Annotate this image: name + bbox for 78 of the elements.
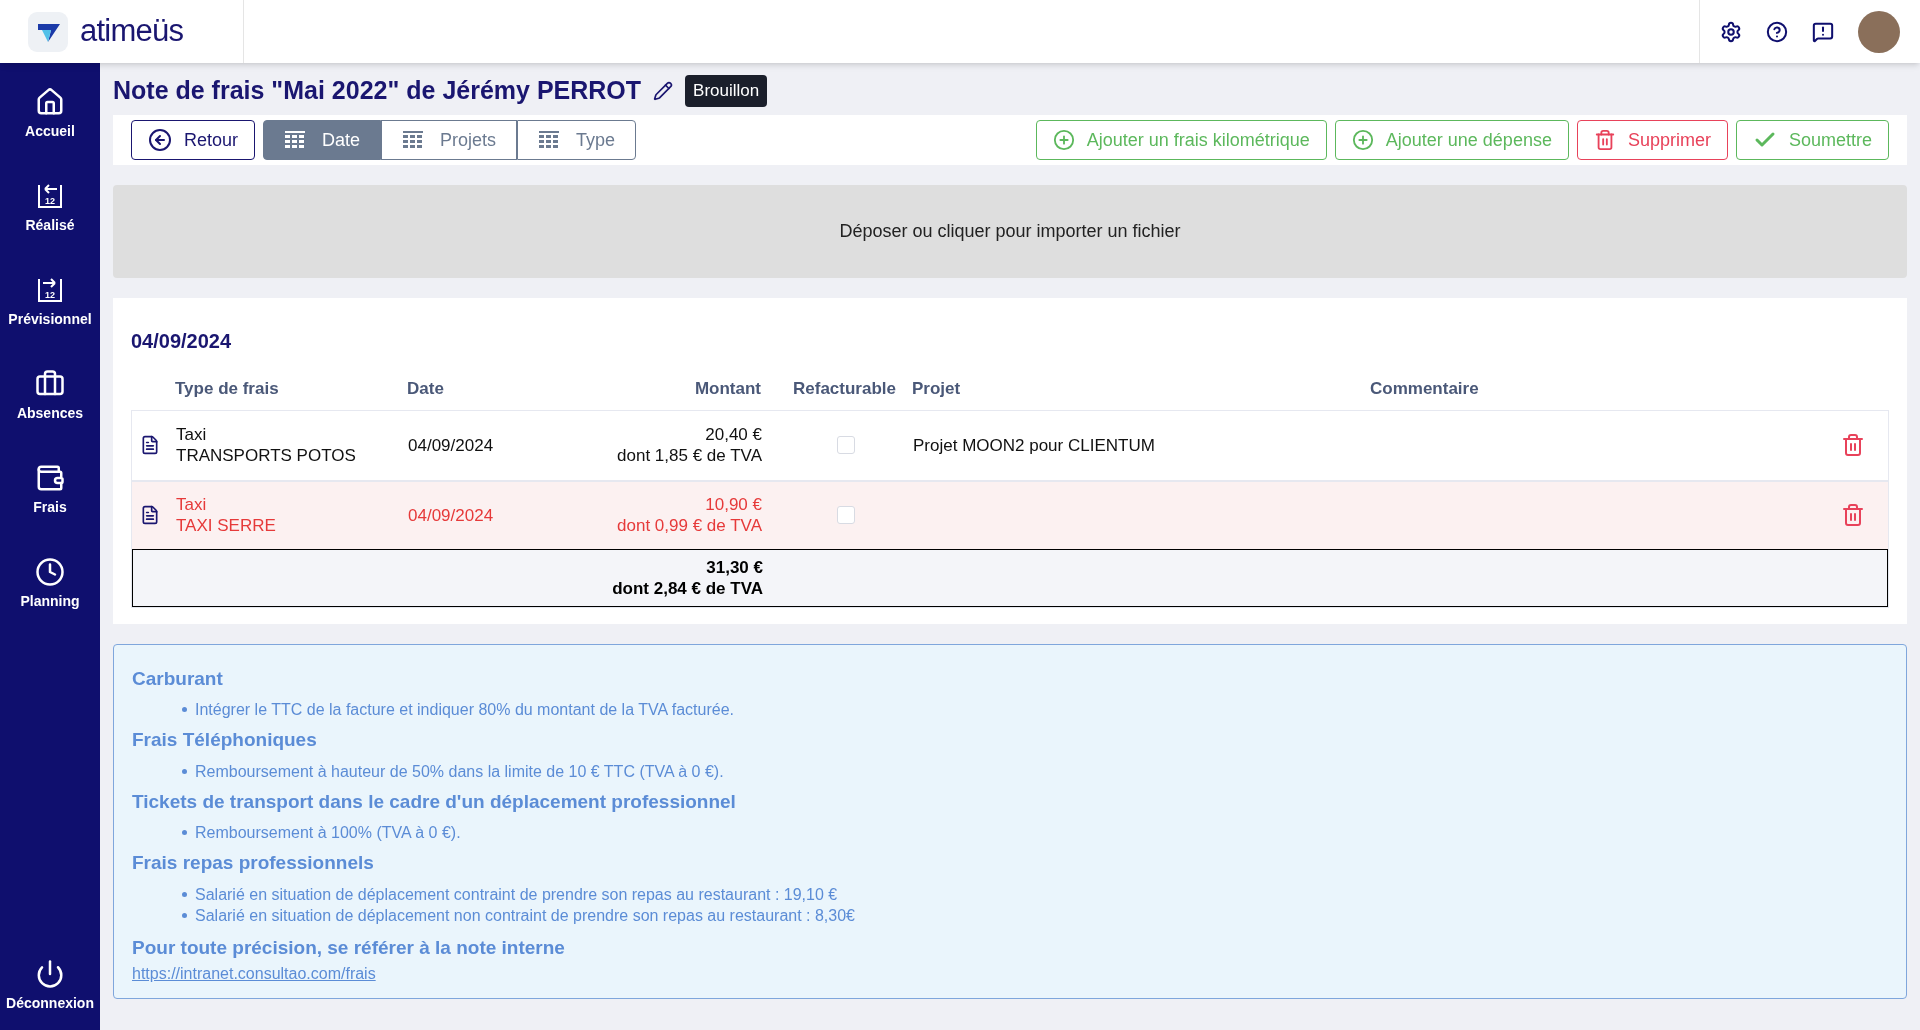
table-cell-text: TRANSPORTS POTOS <box>176 445 357 466</box>
settings-icon <box>1720 20 1742 43</box>
table-cell-text: Taxi <box>176 424 208 445</box>
file-dropzone[interactable]: Déposer ou cliquer pour importer un fichier <box>113 185 1907 278</box>
home-icon <box>35 87 65 117</box>
columns-icon <box>538 130 561 150</box>
columns-icon <box>402 130 425 150</box>
user-avatar[interactable] <box>1858 10 1900 53</box>
receipt-icon[interactable] <box>140 435 160 455</box>
sidebar-item[interactable]: Absences <box>16 369 84 463</box>
trash-icon <box>1841 433 1865 457</box>
table-cell-text: TAXI SERRE <box>176 515 277 536</box>
sidebar-item[interactable]: Accueil <box>25 87 75 181</box>
back-button[interactable]: Retour <box>131 120 256 160</box>
help-icon <box>1766 20 1788 43</box>
delete-button[interactable]: Supprimer <box>1576 120 1728 160</box>
rebillable-checkbox[interactable] <box>836 436 855 454</box>
table-cell-text: 04/09/2024 <box>408 504 495 526</box>
table-cell: 10,90 € <box>705 494 762 515</box>
table-cell: dont 0,99 € de TVA <box>617 515 762 536</box>
bullet-icon <box>182 830 187 835</box>
plus-icon <box>1351 129 1374 151</box>
receipt-icon[interactable] <box>140 505 160 525</box>
bullet-icon <box>182 912 187 918</box>
rebillable-checkbox[interactable] <box>836 506 855 524</box>
bullet-icon <box>182 707 187 712</box>
logout-button[interactable]: Déconnexion <box>6 959 94 1014</box>
total-amount: 31,30 € <box>706 556 763 578</box>
info-text: Intégrer le TTC de la facture et indiquer 80% du montant de la TVA facturée. <box>195 700 734 720</box>
columns-icon <box>284 130 307 150</box>
logo-icon <box>28 11 68 52</box>
table-cell-text: 04/09/2024 <box>408 434 495 456</box>
info-heading: Tickets de transport dans le cadre d'un déplacement professionnel <box>132 789 737 814</box>
sidebar-item[interactable]: 12 Réalisé <box>25 181 75 275</box>
group-tab[interactable]: Date <box>263 120 382 160</box>
info-heading: Carburant <box>132 666 224 691</box>
feedback-button[interactable] <box>1812 20 1834 43</box>
sidebar-item[interactable]: Planning <box>20 557 80 651</box>
plus-icon <box>1052 129 1075 151</box>
total-vat: dont 2,84 € de TVA <box>612 577 763 599</box>
info-heading: Pour toute précision, se référer à la note interne <box>132 935 566 960</box>
column-header: Montant <box>693 378 762 400</box>
table-cell-text: Taxi <box>176 494 208 515</box>
info-heading: Frais Téléphoniques <box>132 728 318 752</box>
column-header: Date <box>407 378 445 400</box>
help-button[interactable] <box>1766 20 1788 43</box>
trash-icon <box>1841 503 1865 527</box>
sidebar-item[interactable]: Frais <box>33 463 67 557</box>
group-title: 04/09/2024 <box>131 329 233 354</box>
info-text: Salarié en situation de déplacement non contraint de prendre son repas au restaurant : 8,30€ <box>195 905 855 926</box>
pencil-icon <box>653 81 674 101</box>
status-badge: Brouillon <box>685 75 768 107</box>
info-text: Salarié en situation de déplacement contraint de prendre son repas au restaurant : 19,10 € <box>195 884 838 905</box>
info-heading: Frais repas professionnels <box>132 851 375 875</box>
column-header: Type de frais <box>175 378 280 400</box>
power-icon <box>35 959 65 989</box>
wallet-icon <box>35 463 65 493</box>
edit-button[interactable] <box>653 81 674 101</box>
info-text: Remboursement à hauteur de 50% dans la limite de 10 € TTC (TVA à 0 €). <box>195 761 724 782</box>
settings-button[interactable] <box>1720 20 1742 43</box>
table-cell-text: Projet MOON2 pour CLIENTUM <box>913 434 1156 456</box>
clock-icon <box>35 557 65 587</box>
info-text: Remboursement à 100% (TVA à 0 €). <box>195 823 461 843</box>
page-title: Note de frais "Mai 2022" de Jérémy PERROT <box>113 75 642 107</box>
column-header: Commentaire <box>1370 378 1480 400</box>
table-cell: 20,40 € <box>705 424 762 445</box>
bullet-icon <box>182 768 187 774</box>
column-header: Projet <box>912 378 962 400</box>
logo-text: atimeüs <box>80 12 184 51</box>
trash-icon <box>1593 129 1616 151</box>
group-tab[interactable]: Projets <box>381 120 518 160</box>
sidebar-item[interactable]: 12 Prévisionnel <box>8 275 92 369</box>
table-cell: dont 1,85 € de TVA <box>617 445 762 466</box>
feedback-icon <box>1812 20 1834 43</box>
group-tab[interactable]: Type <box>517 120 637 160</box>
column-header: Refacturable <box>792 378 897 400</box>
bullet-icon <box>182 891 187 897</box>
expense-row[interactable]: Taxi TAXI SERRE 04/09/2024 10,90 € dont 0,99 € de TVA <box>132 479 1888 549</box>
